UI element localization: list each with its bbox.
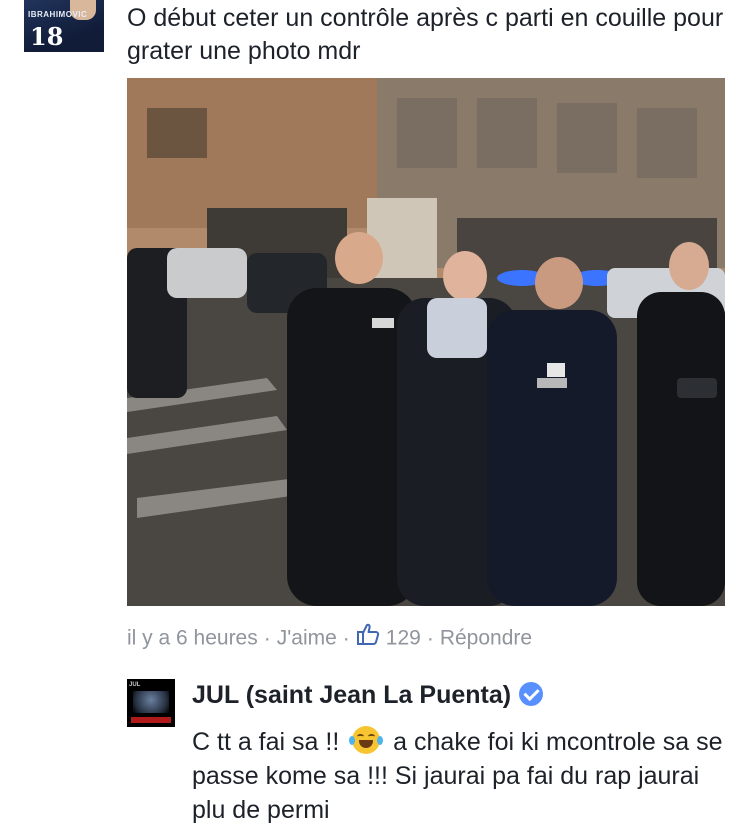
meta-separator: · — [426, 626, 434, 650]
reply-avatar-logo — [133, 691, 169, 713]
reply-author-name[interactable]: JUL (saint Jean La Puenta) — [192, 681, 511, 709]
reply-link[interactable]: Répondre — [440, 627, 532, 650]
avatar-jersey-number: 18 — [30, 22, 64, 51]
thumbs-up-icon[interactable] — [356, 622, 380, 655]
like-link[interactable]: J'aime — [277, 627, 337, 650]
reply-text-part-1: C tt a fai sa !! — [192, 728, 347, 756]
comment-text: O début ceter un contrôle après c parti … — [127, 4, 724, 65]
face-with-tears-of-joy-icon — [349, 726, 384, 755]
comment-meta: il y a 6 heures · J'aime · 129 · Répondre — [127, 622, 532, 652]
avatar-jersey-name: IBRAHIMOVIC — [28, 10, 88, 19]
meta-separator: · — [263, 626, 271, 650]
commenter-avatar[interactable]: IBRAHIMOVIC 18 — [24, 0, 104, 52]
verified-badge-icon — [519, 682, 544, 707]
reply-text: C tt a fai sa !! a chake foi ki mcontrol… — [192, 725, 737, 827]
reply-avatar-logo-text: JUL — [129, 682, 141, 688]
comment-timestamp[interactable]: il y a 6 heures — [127, 627, 258, 650]
meta-separator: · — [342, 626, 350, 650]
like-count: 129 — [385, 626, 421, 650]
reply-avatar-banner — [131, 717, 171, 723]
reply-author[interactable]: JUL (saint Jean La Puenta) — [192, 678, 544, 712]
comment-photo[interactable] — [127, 78, 725, 606]
reply-avatar[interactable]: JUL — [127, 679, 175, 727]
photo-image — [127, 78, 725, 606]
